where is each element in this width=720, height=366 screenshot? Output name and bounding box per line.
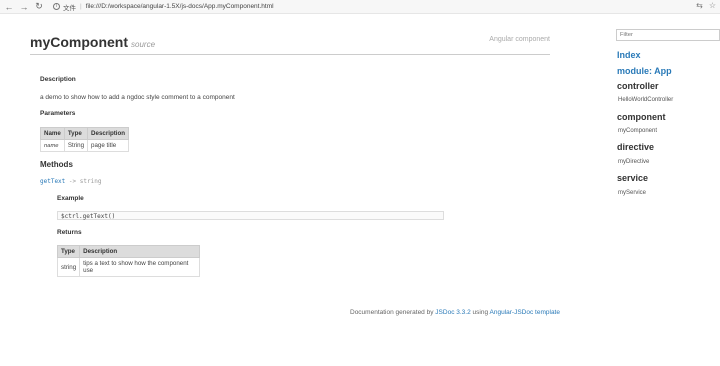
sidebar-item-myservice[interactable]: myService bbox=[618, 190, 646, 196]
sidebar-item-helloworldcontroller[interactable]: HelloWorldController bbox=[618, 97, 673, 103]
method-name-link[interactable]: getText bbox=[40, 178, 65, 185]
parameters-heading: Parameters bbox=[40, 110, 76, 117]
table-row: name String page title bbox=[40, 139, 130, 152]
column-header: Description bbox=[79, 245, 201, 258]
example-heading: Example bbox=[57, 195, 84, 202]
bookmark-star-icon[interactable]: ☆ bbox=[709, 1, 716, 10]
column-header: Type bbox=[63, 127, 89, 140]
parameters-table: Name Type Description name String page t… bbox=[40, 127, 130, 152]
return-description-cell: tips a text to show how the component us… bbox=[79, 257, 201, 277]
module-app-link[interactable]: module: App bbox=[617, 66, 672, 76]
column-header: Description bbox=[87, 127, 130, 140]
reload-icon[interactable]: ↻ bbox=[33, 1, 45, 13]
method-arrow: -> bbox=[68, 178, 77, 185]
methods-heading: Methods bbox=[40, 160, 73, 169]
param-description-cell: page title bbox=[87, 139, 130, 152]
url-text[interactable]: file:///D:/workspace/angular-1.5X/js-doc… bbox=[86, 3, 274, 10]
table-row: string tips a text to show how the compo… bbox=[56, 257, 201, 277]
back-icon[interactable]: ← bbox=[3, 1, 15, 13]
footer-prefix: Documentation generated by bbox=[350, 309, 434, 316]
index-link[interactable]: Index bbox=[617, 50, 641, 60]
info-icon[interactable]: i bbox=[53, 3, 60, 10]
category-component: component bbox=[617, 112, 666, 122]
address-separator: | bbox=[80, 3, 82, 10]
method-return-type: string bbox=[79, 178, 102, 185]
column-header: Name bbox=[40, 127, 65, 140]
title-divider bbox=[30, 54, 550, 55]
table-header-row: Type Description bbox=[56, 245, 201, 258]
page-title: myComponent source bbox=[30, 34, 155, 50]
category-service: service bbox=[617, 173, 649, 183]
forward-icon[interactable]: → bbox=[18, 1, 30, 13]
footer-middle: using bbox=[472, 309, 489, 316]
returns-table: Type Description string tips a text to s… bbox=[56, 245, 201, 277]
sidebar-item-mycomponent[interactable]: myComponent bbox=[618, 128, 657, 134]
protocol-label: 文件 bbox=[63, 4, 76, 12]
table-header-row: Name Type Description bbox=[40, 127, 130, 140]
source-link[interactable]: source bbox=[131, 40, 155, 49]
filter-input[interactable] bbox=[616, 29, 720, 41]
category-controller: controller bbox=[617, 81, 659, 91]
address-bar[interactable]: i 文件 | file:///D:/workspace/angular-1.5X… bbox=[53, 1, 274, 13]
translate-icon[interactable]: ⇆ bbox=[696, 1, 703, 10]
page-title-text: myComponent bbox=[30, 34, 128, 50]
param-type-cell: String bbox=[63, 139, 89, 152]
browser-toolbar: ← → ↻ i 文件 | file:///D:/workspace/angula… bbox=[0, 0, 720, 14]
returns-heading: Returns bbox=[57, 229, 82, 236]
column-header: Type bbox=[56, 245, 81, 258]
method-signature: getText -> string bbox=[40, 178, 101, 185]
jsdoc-link[interactable]: JSDoc 3.3.2 bbox=[435, 309, 470, 316]
param-name-cell: name bbox=[40, 139, 65, 152]
description-heading: Description bbox=[40, 76, 76, 83]
return-type-cell: string bbox=[56, 257, 81, 277]
template-link[interactable]: Angular-JSDoc template bbox=[490, 309, 560, 316]
footer: Documentation generated by JSDoc 3.3.2 u… bbox=[350, 309, 560, 316]
category-directive: directive bbox=[617, 142, 655, 152]
page-kind-label: Angular component bbox=[489, 36, 550, 43]
sidebar-item-mydirective[interactable]: myDirective bbox=[618, 159, 649, 165]
example-code-block[interactable]: $ctrl.getText() bbox=[57, 211, 444, 220]
description-text: a demo to show how to add a ngdoc style … bbox=[40, 94, 235, 101]
